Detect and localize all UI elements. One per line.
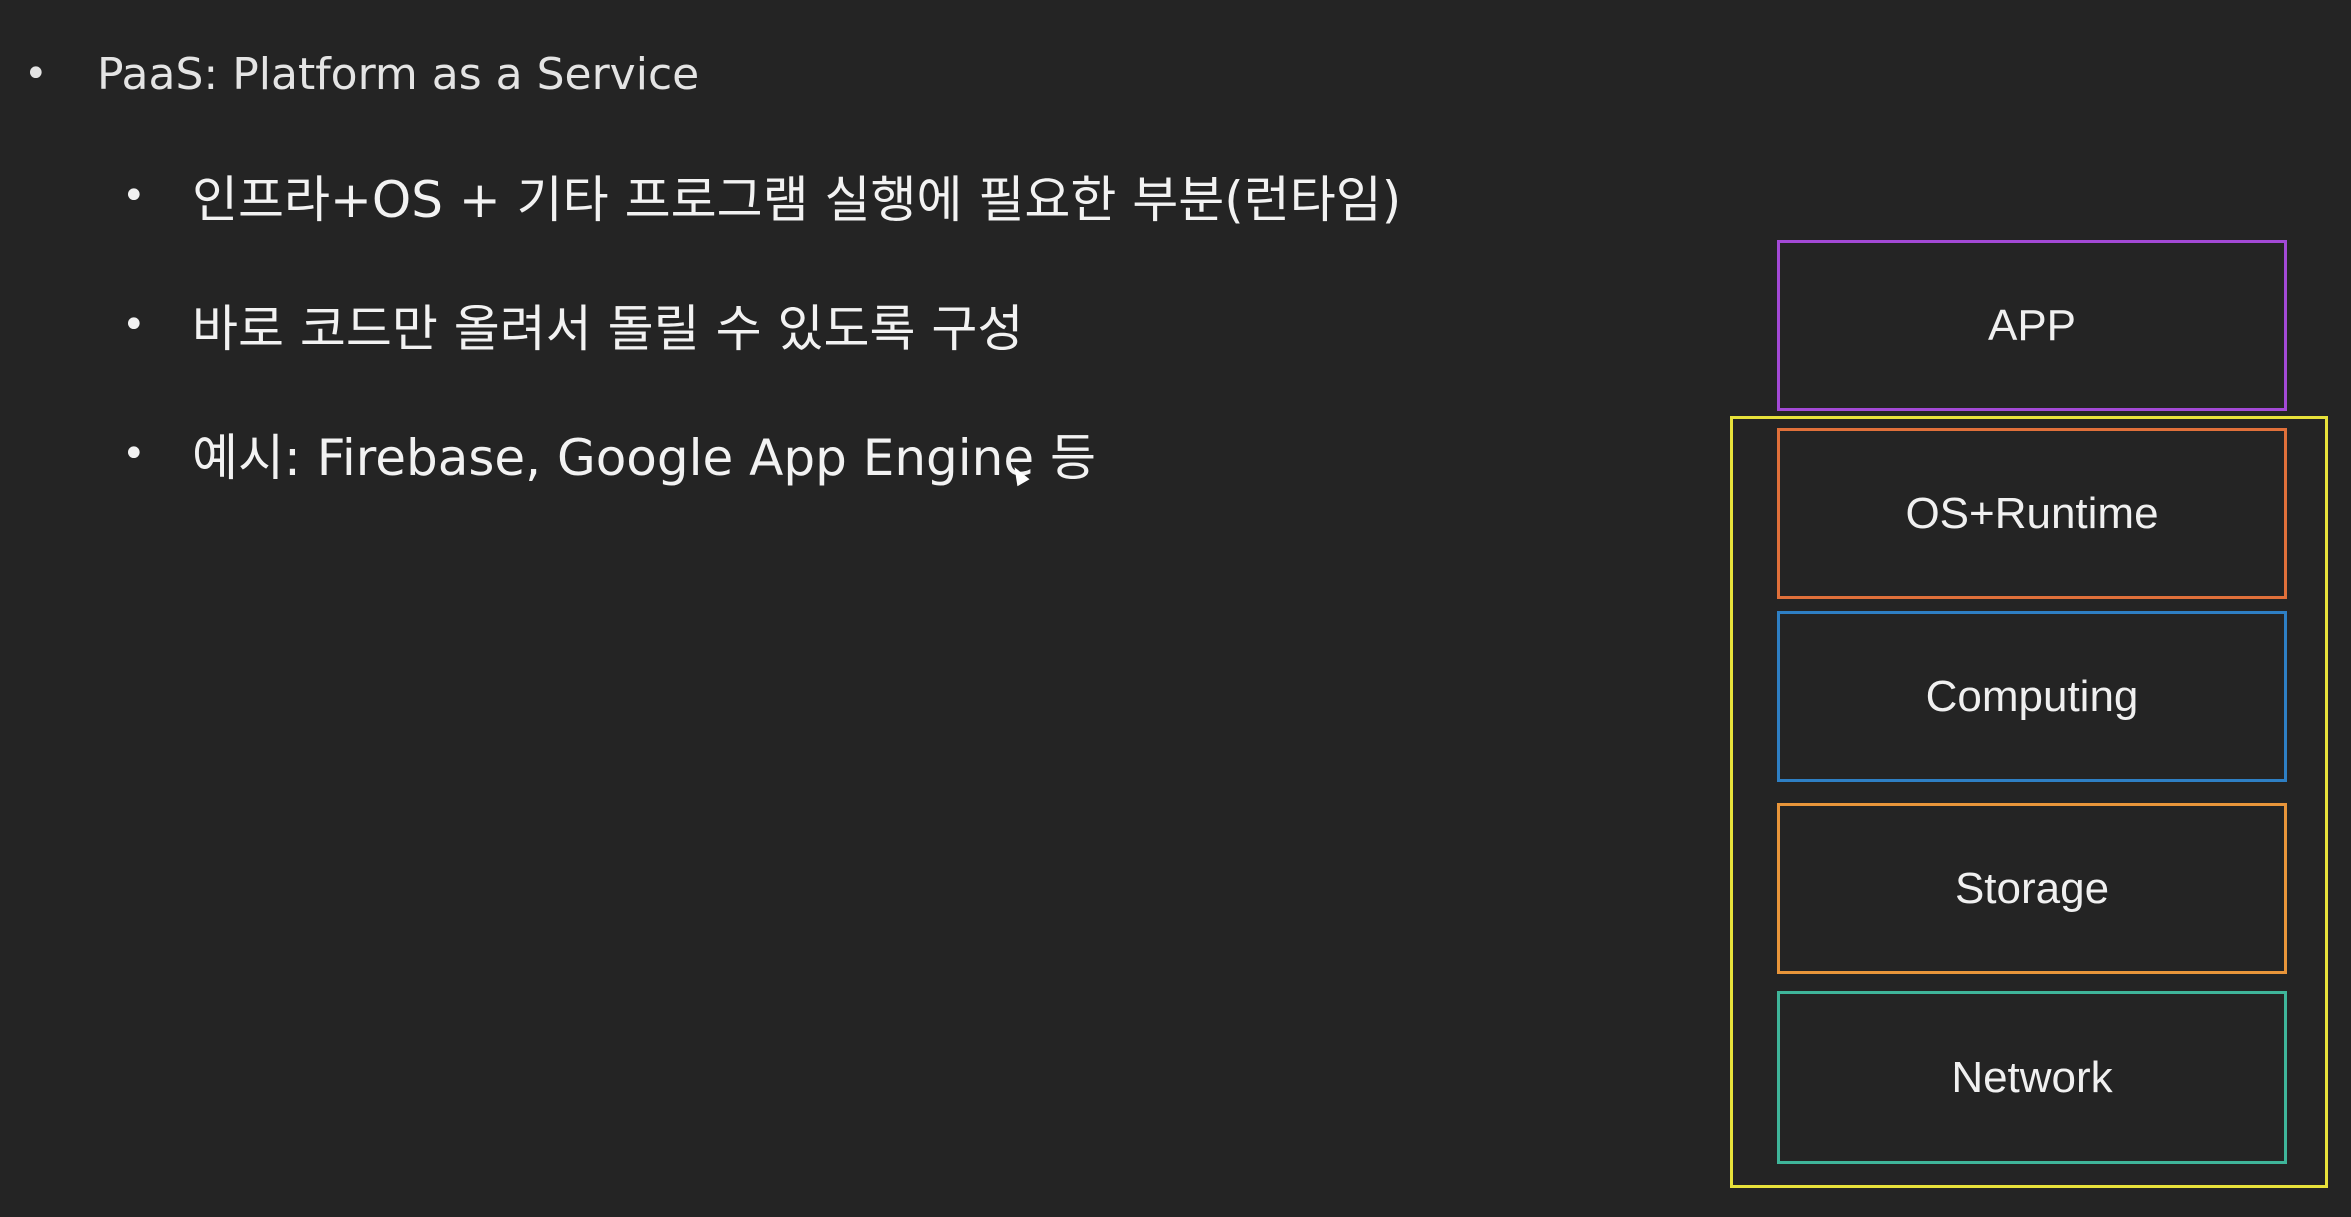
layer-computing: Computing: [1777, 611, 2287, 782]
layer-label: Computing: [1925, 671, 2139, 721]
sub-bullet: • 바로 코드만 올려서 돌릴 수 있도록 구성: [122, 285, 1023, 365]
slide-heading: PaaS: Platform as a Service: [97, 48, 700, 100]
bullet-dot: •: [122, 173, 146, 219]
layer-label: OS+Runtime: [1905, 488, 2159, 538]
bullet-dot: •: [122, 302, 146, 348]
layer-label: Network: [1951, 1052, 2113, 1102]
layer-app: APP: [1777, 240, 2287, 411]
layer-network: Network: [1777, 991, 2287, 1164]
layer-label: Storage: [1954, 863, 2110, 913]
bullet-dot: •: [122, 431, 146, 477]
layer-os-runtime: OS+Runtime: [1777, 428, 2287, 599]
main-bullet: • PaaS: Platform as a Service: [24, 38, 699, 110]
sub-bullet: • 인프라+OS + 기타 프로그램 실행에 필요한 부분(런타임): [122, 156, 1401, 236]
bullet-dot: •: [24, 51, 48, 97]
sub-bullet-text: 바로 코드만 올려서 돌릴 수 있도록 구성: [192, 300, 1024, 358]
sub-bullet-text: 예시: Firebase, Google App Engine 등: [192, 429, 1096, 487]
sub-bullet-text: 인프라+OS + 기타 프로그램 실행에 필요한 부분(런타임): [192, 171, 1402, 229]
sub-bullet: • 예시: Firebase, Google App Engine 등: [122, 414, 1096, 494]
layer-storage: Storage: [1777, 803, 2287, 974]
layer-label: APP: [1987, 300, 2077, 350]
